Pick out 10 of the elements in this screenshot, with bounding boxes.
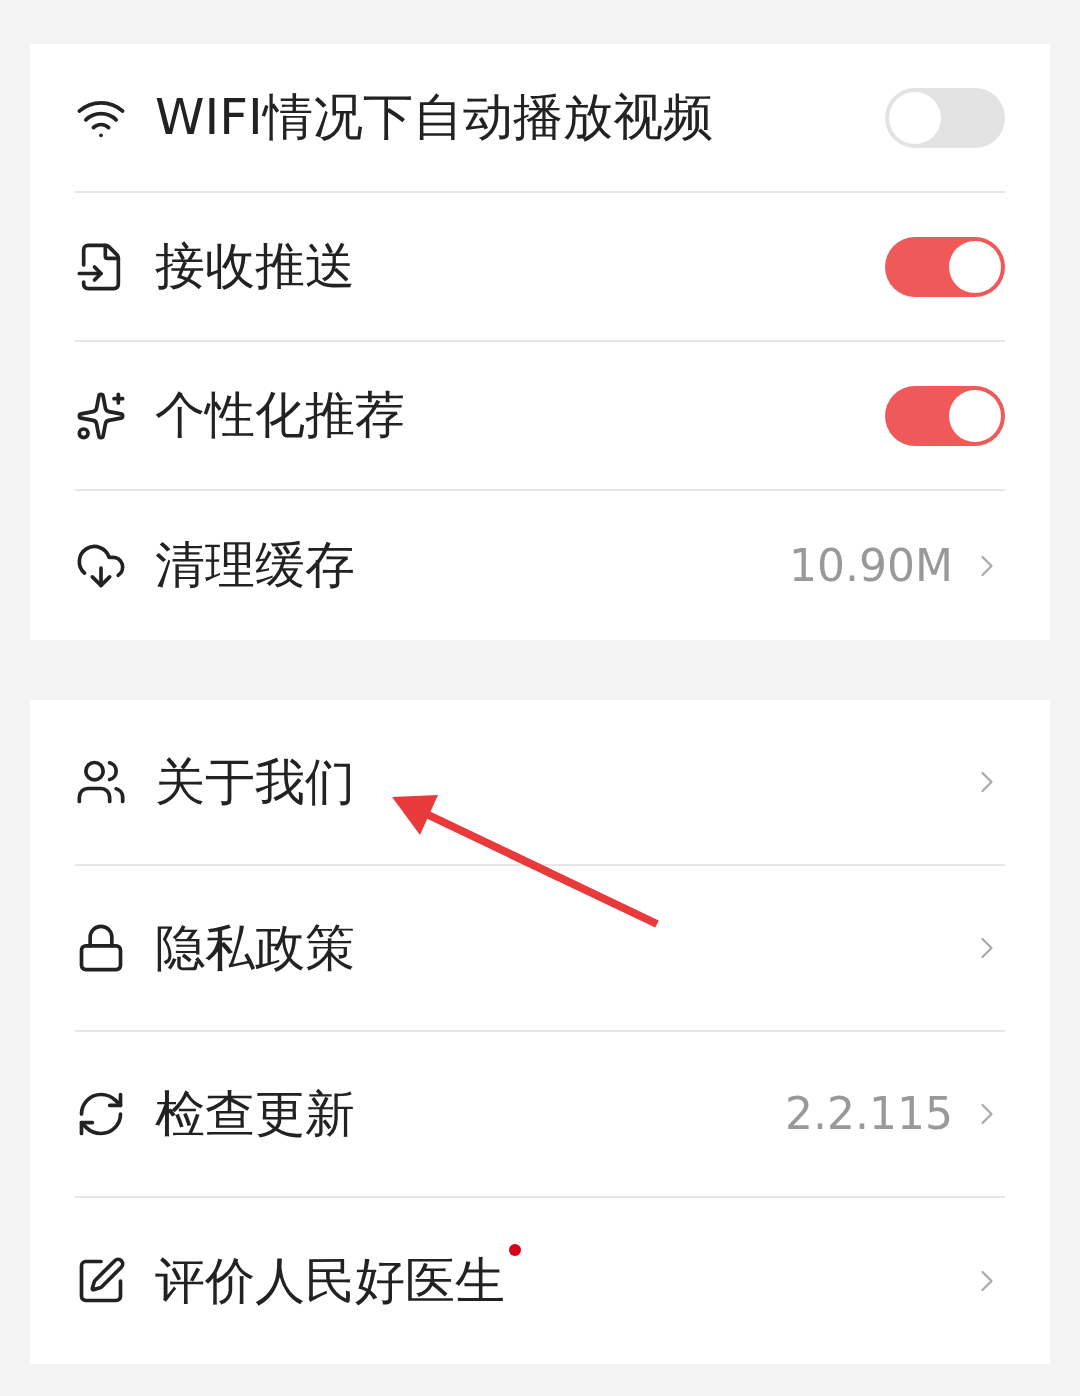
setting-value: 2.2.115 [785,1087,953,1141]
setting-label: 清理缓存 [155,536,355,594]
setting-label: 关于我们 [155,752,355,811]
setting-label: 检查更新 [155,1084,355,1143]
setting-label: 接收推送 [155,237,355,295]
setting-label: 隐私政策 [155,918,355,977]
setting-label: 个性化推荐 [155,386,405,444]
setting-label: WIFI情况下自动播放视频 [155,88,713,146]
setting-label: 评价人民好医生 [155,1251,505,1310]
setting-value: 10.90M [789,538,953,593]
